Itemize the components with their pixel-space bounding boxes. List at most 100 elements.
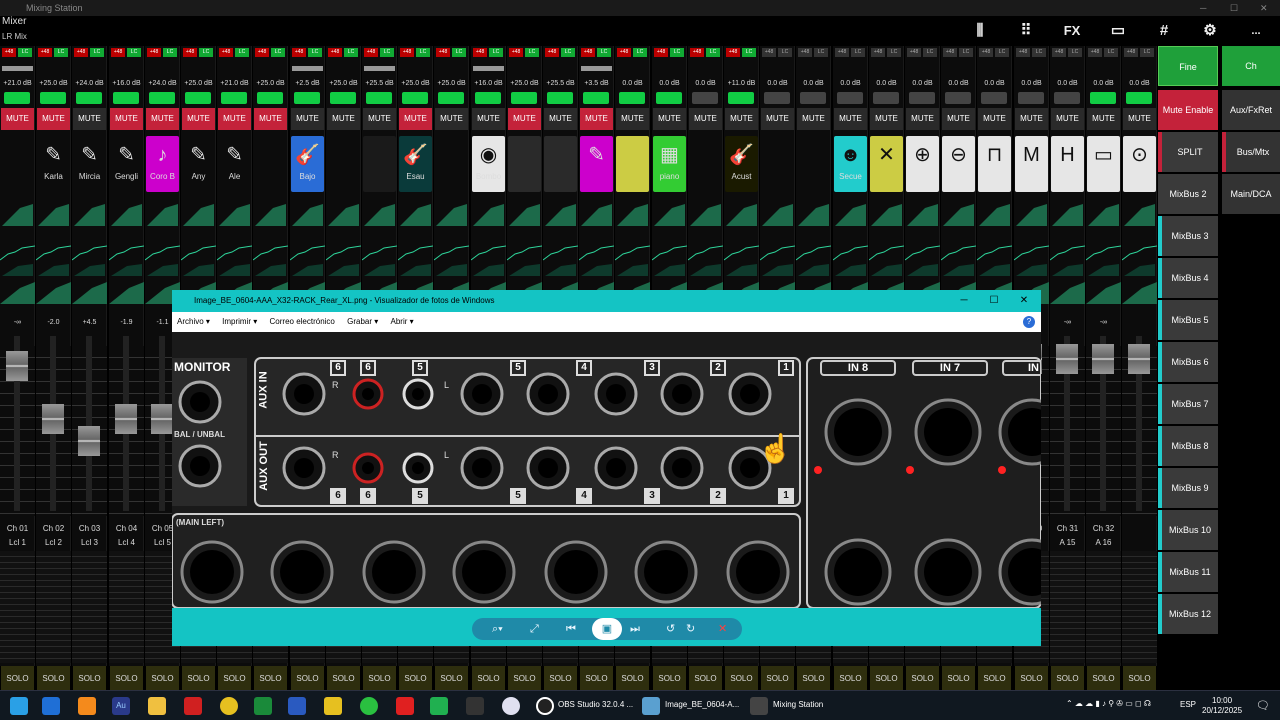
channel-icon-box[interactable]	[761, 136, 794, 192]
channel-strip[interactable]: +48 LC 0.0 dB MUTE ⊙ SOLO	[1122, 46, 1157, 692]
low-cut-button[interactable]: LC	[380, 48, 394, 57]
meters-icon[interactable]: ⫼	[968, 20, 992, 42]
on-indicator[interactable]	[149, 92, 175, 104]
phantom-power-button[interactable]: +48	[545, 48, 559, 57]
word-icon[interactable]	[288, 697, 306, 715]
mute-button[interactable]: MUTE	[834, 108, 867, 130]
phantom-power-button[interactable]: +48	[690, 48, 704, 57]
channel-icon-box[interactable]: 🎸 Esau	[399, 136, 432, 192]
solo-button[interactable]: SOLO	[942, 666, 975, 692]
channel-icon-box[interactable]: ▭	[1087, 136, 1120, 192]
phantom-power-button[interactable]: +48	[835, 48, 849, 57]
solo-button[interactable]: SOLO	[725, 666, 758, 692]
low-cut-button[interactable]: LC	[597, 48, 611, 57]
solo-button[interactable]: SOLO	[1087, 666, 1120, 692]
channel-icon-box[interactable]: ⊙	[1123, 136, 1156, 192]
split-button[interactable]: SPLIT	[1158, 132, 1218, 172]
mute-button[interactable]: MUTE	[1051, 108, 1084, 130]
low-cut-button[interactable]: LC	[851, 48, 865, 57]
mute-button[interactable]: MUTE	[761, 108, 794, 130]
solo-button[interactable]: SOLO	[1, 666, 34, 692]
low-cut-button[interactable]: LC	[90, 48, 104, 57]
channel-icon-box[interactable]: ⊖	[942, 136, 975, 192]
fader-knob[interactable]	[42, 404, 64, 434]
solo-button[interactable]: SOLO	[653, 666, 686, 692]
phantom-power-button[interactable]: +48	[74, 48, 88, 57]
fader-knob[interactable]	[115, 404, 137, 434]
low-cut-button[interactable]: LC	[489, 48, 503, 57]
tab-bus-mtx[interactable]: Bus/Mtx	[1222, 132, 1280, 172]
solo-button[interactable]: SOLO	[399, 666, 432, 692]
on-indicator[interactable]	[511, 92, 537, 104]
low-cut-button[interactable]: LC	[706, 48, 720, 57]
phantom-power-button[interactable]: +48	[364, 48, 378, 57]
on-indicator[interactable]	[873, 92, 899, 104]
mixbus-button[interactable]: MixBus 3	[1158, 216, 1218, 256]
mute-button[interactable]: MUTE	[978, 108, 1011, 130]
phantom-power-button[interactable]: +48	[617, 48, 631, 57]
solo-button[interactable]: SOLO	[182, 666, 215, 692]
mixbus-button[interactable]: MixBus 12	[1158, 594, 1218, 634]
low-cut-button[interactable]: LC	[235, 48, 249, 57]
phantom-power-button[interactable]: +48	[436, 48, 450, 57]
app-circle-icon[interactable]	[502, 697, 520, 715]
on-indicator[interactable]	[764, 92, 790, 104]
notifications-icon[interactable]: 🗨	[1256, 699, 1270, 712]
channel-icon-box[interactable]: M	[1015, 136, 1048, 192]
fader-track[interactable]	[6, 336, 28, 511]
acrobat-icon[interactable]	[184, 697, 202, 715]
mute-button[interactable]: MUTE	[870, 108, 903, 130]
clock-time[interactable]: 10:00	[1212, 696, 1232, 705]
solo-button[interactable]: SOLO	[1051, 666, 1084, 692]
next-icon[interactable]: ⏭	[630, 618, 640, 640]
low-cut-button[interactable]: LC	[163, 48, 177, 57]
phantom-power-button[interactable]: +48	[1016, 48, 1030, 57]
mixbus-button[interactable]: MixBus 11	[1158, 552, 1218, 592]
taskbar-obs[interactable]: OBS Studio 32.0.4 ...	[558, 700, 633, 709]
taskbar-photos[interactable]: Image_BE_0604-A...	[665, 700, 739, 709]
mixbus-button[interactable]: MixBus 10	[1158, 510, 1218, 550]
low-cut-button[interactable]: LC	[959, 48, 973, 57]
low-cut-button[interactable]: LC	[344, 48, 358, 57]
mixbus-button[interactable]: MixBus 9	[1158, 468, 1218, 508]
low-cut-button[interactable]: LC	[1032, 48, 1046, 57]
fader-knob[interactable]	[1056, 344, 1078, 374]
tab-main-dca[interactable]: Main/DCA	[1222, 174, 1280, 214]
delete-icon[interactable]: ✕	[718, 618, 727, 640]
channel-icon-box[interactable]	[797, 136, 830, 192]
phantom-power-button[interactable]: +48	[798, 48, 812, 57]
mute-button[interactable]: MUTE	[254, 108, 287, 130]
help-icon[interactable]: ?	[1023, 316, 1035, 328]
channel-strip[interactable]: +48 LC +16.0 dB MUTE ✎ Gengli -1.9 Ch 04…	[109, 46, 144, 692]
solo-button[interactable]: SOLO	[616, 666, 649, 692]
mixbus-button[interactable]: MixBus 2	[1158, 174, 1218, 214]
mute-button[interactable]: MUTE	[73, 108, 106, 130]
language-indicator[interactable]: ESP	[1180, 700, 1196, 709]
fader-track[interactable]	[42, 336, 64, 511]
fx-button[interactable]: FX	[1060, 20, 1084, 42]
solo-button[interactable]: SOLO	[73, 666, 106, 692]
solo-button[interactable]: SOLO	[906, 666, 939, 692]
solo-button[interactable]: SOLO	[978, 666, 1011, 692]
mixbus-button[interactable]: MixBus 4	[1158, 258, 1218, 298]
fader-track[interactable]	[1092, 336, 1114, 511]
channel-icon-box[interactable]: 🎸 Acust	[725, 136, 758, 192]
mixbus-button[interactable]: MixBus 7	[1158, 384, 1218, 424]
phantom-power-button[interactable]: +48	[943, 48, 957, 57]
mute-button[interactable]: MUTE	[399, 108, 432, 130]
viewer-maximize-button[interactable]: ☐	[979, 290, 1009, 312]
on-indicator[interactable]	[294, 92, 320, 104]
fader-knob[interactable]	[1128, 344, 1150, 374]
on-indicator[interactable]	[221, 92, 247, 104]
mute-button[interactable]: MUTE	[110, 108, 143, 130]
more-button[interactable]: ...	[1244, 20, 1268, 42]
solo-button[interactable]: SOLO	[508, 666, 541, 692]
channel-icon-box[interactable]: ✎ Karla	[37, 136, 70, 192]
photos-icon[interactable]	[642, 697, 660, 715]
phantom-power-button[interactable]: +48	[255, 48, 269, 57]
phantom-power-button[interactable]: +48	[183, 48, 197, 57]
mute-button[interactable]: MUTE	[37, 108, 70, 130]
channel-strip[interactable]: +48 LC +24.0 dB MUTE ✎ Mircia +4.5 Ch 03…	[72, 46, 107, 692]
phantom-power-button[interactable]: +48	[328, 48, 342, 57]
on-indicator[interactable]	[366, 92, 392, 104]
